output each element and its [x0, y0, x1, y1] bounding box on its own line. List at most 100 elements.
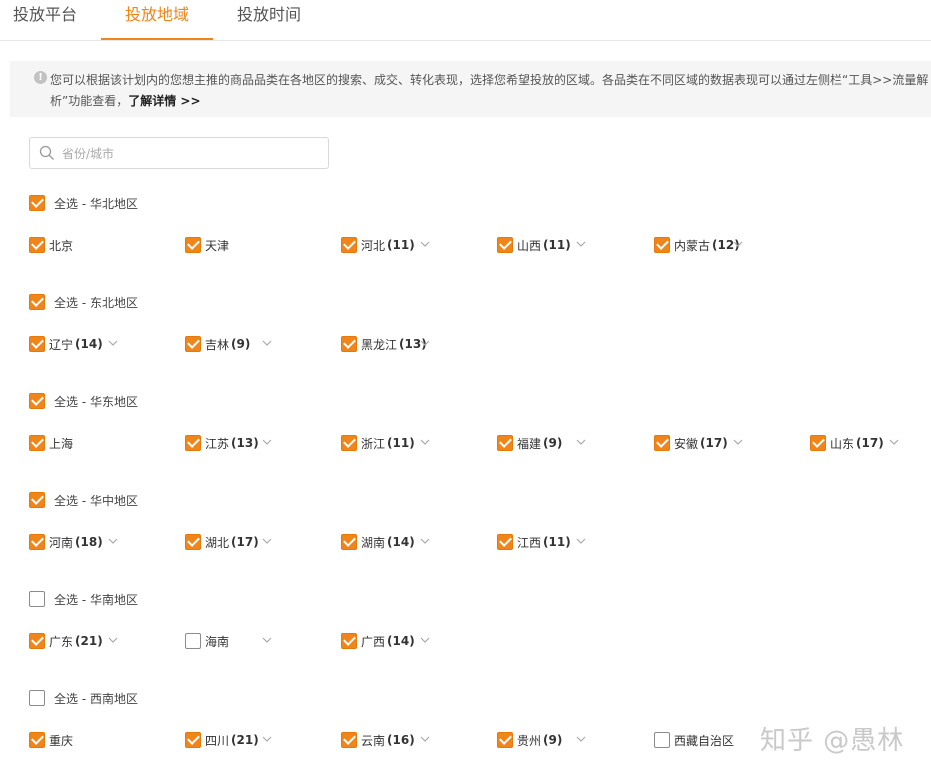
- checkbox-checked[interactable]: [29, 492, 45, 508]
- chevron-down-icon[interactable]: [576, 239, 586, 249]
- province-name: 广西: [361, 634, 386, 649]
- province-item[interactable]: 山东 (17): [810, 433, 884, 453]
- chevron-down-icon[interactable]: [262, 734, 272, 744]
- province-item[interactable]: 西藏自治区: [654, 730, 734, 750]
- checkbox-checked[interactable]: [185, 534, 201, 550]
- checkbox-unchecked[interactable]: [29, 690, 45, 706]
- chevron-down-icon[interactable]: [889, 437, 899, 447]
- checkbox-checked[interactable]: [29, 393, 45, 409]
- checkbox-checked[interactable]: [497, 534, 513, 550]
- province-count: (21): [231, 733, 259, 747]
- region-label: 全选 - 西南地区: [54, 691, 138, 706]
- region-label: 全选 - 华南地区: [54, 592, 138, 607]
- province-count: (9): [543, 733, 563, 747]
- province-item[interactable]: 北京: [29, 235, 73, 255]
- checkbox-unchecked[interactable]: [654, 732, 670, 748]
- chevron-down-icon[interactable]: [420, 338, 430, 348]
- checkbox-checked[interactable]: [29, 195, 45, 211]
- province-item[interactable]: 云南 (16): [341, 730, 415, 750]
- checkbox-checked[interactable]: [29, 732, 45, 748]
- checkbox-checked[interactable]: [341, 336, 357, 352]
- checkbox-checked[interactable]: [185, 435, 201, 451]
- region-select-all[interactable]: 全选 - 西南地区: [29, 688, 138, 708]
- tab-platform[interactable]: 投放平台: [13, 0, 77, 41]
- province-count: (17): [700, 436, 728, 450]
- region-select-all[interactable]: 全选 - 华南地区: [29, 589, 138, 609]
- checkbox-checked[interactable]: [810, 435, 826, 451]
- province-item[interactable]: 黑龙江 (13): [341, 334, 427, 354]
- learn-more-link[interactable]: 了解详情 >>: [128, 94, 200, 108]
- chevron-down-icon[interactable]: [262, 338, 272, 348]
- chevron-down-icon[interactable]: [108, 536, 118, 546]
- checkbox-checked[interactable]: [29, 336, 45, 352]
- chevron-down-icon[interactable]: [576, 437, 586, 447]
- province-item[interactable]: 重庆: [29, 730, 73, 750]
- chevron-down-icon[interactable]: [420, 437, 430, 447]
- checkbox-checked[interactable]: [29, 294, 45, 310]
- checkbox-checked[interactable]: [497, 237, 513, 253]
- province-item[interactable]: 上海: [29, 433, 73, 453]
- province-item[interactable]: 内蒙古 (12): [654, 235, 740, 255]
- checkbox-checked[interactable]: [29, 435, 45, 451]
- checkbox-checked[interactable]: [654, 237, 670, 253]
- province-name: 福建: [517, 436, 542, 451]
- checkbox-checked[interactable]: [654, 435, 670, 451]
- chevron-down-icon[interactable]: [420, 734, 430, 744]
- chevron-down-icon[interactable]: [420, 239, 430, 249]
- checkbox-checked[interactable]: [497, 732, 513, 748]
- tab-time[interactable]: 投放时间: [237, 0, 301, 41]
- province-count: (17): [856, 436, 884, 450]
- province-item[interactable]: 广西 (14): [341, 631, 415, 651]
- chevron-down-icon[interactable]: [420, 635, 430, 645]
- province-item[interactable]: 山西 (11): [497, 235, 571, 255]
- checkbox-checked[interactable]: [185, 336, 201, 352]
- province-item[interactable]: 天津: [185, 235, 229, 255]
- checkbox-checked[interactable]: [341, 732, 357, 748]
- region-select-all[interactable]: 全选 - 华中地区: [29, 490, 138, 510]
- province-item[interactable]: 河南 (18): [29, 532, 103, 552]
- province-item[interactable]: 安徽 (17): [654, 433, 728, 453]
- province-item[interactable]: 吉林 (9): [185, 334, 250, 354]
- checkbox-unchecked[interactable]: [185, 633, 201, 649]
- province-item[interactable]: 江西 (11): [497, 532, 571, 552]
- chevron-down-icon[interactable]: [262, 536, 272, 546]
- checkbox-checked[interactable]: [341, 633, 357, 649]
- checkbox-checked[interactable]: [185, 732, 201, 748]
- chevron-down-icon[interactable]: [262, 437, 272, 447]
- province-item[interactable]: 海南: [185, 631, 229, 651]
- search-input[interactable]: [62, 143, 322, 165]
- province-item[interactable]: 湖北 (17): [185, 532, 259, 552]
- region-select-all[interactable]: 全选 - 华东地区: [29, 391, 138, 411]
- province-item[interactable]: 河北 (11): [341, 235, 415, 255]
- checkbox-checked[interactable]: [341, 435, 357, 451]
- chevron-down-icon[interactable]: [576, 734, 586, 744]
- region-select-all[interactable]: 全选 - 东北地区: [29, 292, 138, 312]
- province-item[interactable]: 广东 (21): [29, 631, 103, 651]
- province-item[interactable]: 辽宁 (14): [29, 334, 103, 354]
- province-item[interactable]: 福建 (9): [497, 433, 562, 453]
- chevron-down-icon[interactable]: [733, 239, 743, 249]
- checkbox-checked[interactable]: [29, 237, 45, 253]
- chevron-down-icon[interactable]: [733, 437, 743, 447]
- tab-region[interactable]: 投放地域: [125, 0, 189, 41]
- chevron-down-icon[interactable]: [108, 338, 118, 348]
- region-select-all[interactable]: 全选 - 华北地区: [29, 193, 138, 213]
- chevron-down-icon[interactable]: [262, 635, 272, 645]
- chevron-down-icon[interactable]: [108, 635, 118, 645]
- checkbox-checked[interactable]: [29, 633, 45, 649]
- checkbox-checked[interactable]: [341, 534, 357, 550]
- checkbox-checked[interactable]: [341, 237, 357, 253]
- chevron-down-icon[interactable]: [576, 536, 586, 546]
- checkbox-checked[interactable]: [497, 435, 513, 451]
- province-item[interactable]: 四川 (21): [185, 730, 259, 750]
- tab-bar: 投放平台 投放地域 投放时间: [0, 0, 931, 41]
- chevron-down-icon[interactable]: [420, 536, 430, 546]
- province-item[interactable]: 浙江 (11): [341, 433, 415, 453]
- checkbox-checked[interactable]: [185, 237, 201, 253]
- checkbox-checked[interactable]: [29, 534, 45, 550]
- province-item[interactable]: 湖南 (14): [341, 532, 415, 552]
- province-item[interactable]: 贵州 (9): [497, 730, 562, 750]
- checkbox-unchecked[interactable]: [29, 591, 45, 607]
- province-item[interactable]: 江苏 (13): [185, 433, 259, 453]
- province-count: (21): [75, 634, 103, 648]
